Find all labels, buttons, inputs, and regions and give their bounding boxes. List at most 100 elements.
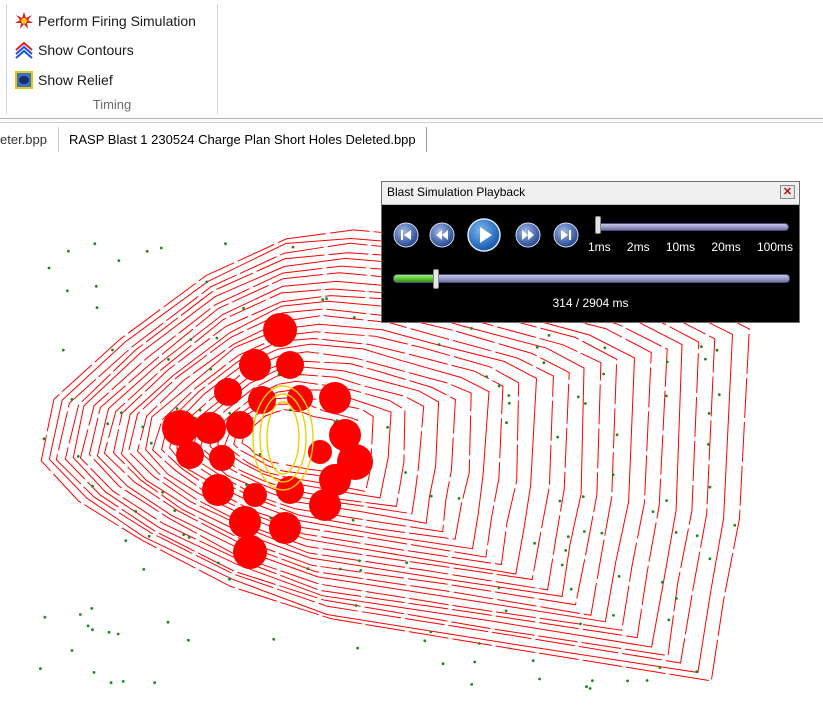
hole-marker <box>661 580 664 584</box>
hole-marker <box>542 361 546 365</box>
hole-marker <box>93 242 97 246</box>
hole-marker <box>39 667 42 671</box>
hole-marker <box>117 259 121 262</box>
skip-to-start-button[interactable] <box>393 222 419 248</box>
hole-marker <box>615 433 619 437</box>
hole-marker <box>321 298 325 302</box>
fast-forward-button[interactable] <box>515 222 541 248</box>
speed-label-10ms[interactable]: 10ms <box>666 240 695 254</box>
skip-to-start-icon <box>393 222 419 248</box>
crater-center <box>273 410 293 466</box>
hole-marker <box>224 242 227 246</box>
hole-marker <box>470 327 473 330</box>
firing-charge <box>176 441 204 469</box>
hole-marker <box>504 609 508 613</box>
speed-label-2ms[interactable]: 2ms <box>627 240 650 254</box>
firing-charge <box>309 489 341 521</box>
hole-marker <box>497 586 501 590</box>
hole-marker <box>173 509 177 512</box>
hole-marker <box>352 316 356 319</box>
hole-marker <box>556 435 560 439</box>
hole-marker <box>531 659 535 663</box>
hole-marker <box>603 346 607 350</box>
hole-marker <box>665 499 668 502</box>
hole-marker <box>142 568 146 571</box>
hole-marker <box>695 534 699 538</box>
skip-to-end-button[interactable] <box>553 222 579 248</box>
skip-to-end-icon <box>553 222 579 248</box>
playback-title: Blast Simulation Playback <box>387 185 526 199</box>
hole-marker <box>560 563 564 567</box>
play-button[interactable] <box>467 218 501 252</box>
hole-marker <box>43 615 47 619</box>
show-contours-label: Show Contours <box>38 42 134 58</box>
hole-marker <box>359 569 363 572</box>
hole-marker <box>658 666 662 669</box>
hole-marker <box>437 343 441 347</box>
hole-marker <box>159 246 163 250</box>
speed-label-20ms[interactable]: 20ms <box>711 240 740 254</box>
time-slider-thumb[interactable] <box>432 269 439 289</box>
hole-marker <box>584 402 587 405</box>
hole-marker <box>497 384 501 388</box>
firing-charge <box>276 351 304 379</box>
hole-marker <box>70 649 74 652</box>
hole-marker <box>242 306 245 310</box>
rewind-button[interactable] <box>429 222 455 248</box>
hole-marker <box>405 561 408 564</box>
hole-marker <box>116 632 120 636</box>
hole-marker <box>600 531 604 535</box>
hole-marker <box>94 284 98 288</box>
firing-charge <box>214 378 242 406</box>
firing-charge <box>209 445 235 471</box>
speed-slider-track[interactable] <box>598 223 789 231</box>
speed-label-100ms[interactable]: 100ms <box>757 240 793 254</box>
speed-slider-thumb[interactable] <box>595 216 601 234</box>
hole-marker <box>674 531 678 534</box>
hole-marker <box>707 443 710 446</box>
time-slider-track[interactable] <box>393 274 790 283</box>
perform-firing-simulation-button[interactable]: Perform Firing Simulation <box>15 10 196 32</box>
hole-marker <box>95 306 99 309</box>
show-relief-button[interactable]: Show Relief <box>15 69 113 91</box>
relief-icon <box>15 71 33 89</box>
show-contours-button[interactable]: Show Contours <box>15 39 134 61</box>
hole-marker <box>505 421 508 425</box>
firing-charge <box>194 412 226 444</box>
hole-marker <box>579 622 582 626</box>
close-icon[interactable]: ✕ <box>780 185 795 199</box>
hole-marker <box>78 613 82 616</box>
hole-marker <box>182 533 186 536</box>
hole-marker <box>205 280 209 284</box>
hole-marker <box>675 597 678 600</box>
hole-marker <box>288 408 292 412</box>
show-relief-label: Show Relief <box>38 72 113 88</box>
perform-firing-simulation-label: Perform Firing Simulation <box>38 13 196 29</box>
hole-marker <box>91 484 94 488</box>
firing-charge <box>226 411 254 439</box>
hole-marker <box>91 628 94 632</box>
tab-active-document[interactable]: RASP Blast 1 230524 Charge Plan Short Ho… <box>58 127 427 153</box>
tab-previous-document[interactable]: eter.bpp <box>0 127 57 153</box>
hole-marker <box>538 677 541 681</box>
hole-marker <box>588 687 592 690</box>
playback-window: Blast Simulation Playback ✕ 1ms 2ms 10ms… <box>381 181 800 323</box>
timing-group-label: Timing <box>92 97 132 112</box>
hole-marker <box>351 518 355 522</box>
playback-titlebar[interactable]: Blast Simulation Playback ✕ <box>382 182 799 205</box>
hole-marker <box>700 345 703 348</box>
hole-marker <box>153 681 157 685</box>
hole-marker <box>47 266 51 270</box>
hole-marker <box>124 539 128 543</box>
time-readout: 314 / 2904 ms <box>552 296 629 310</box>
hole-marker <box>92 671 96 674</box>
hole-marker <box>67 249 70 253</box>
hole-marker <box>111 348 114 352</box>
hole-marker <box>119 411 123 415</box>
speed-label-1ms[interactable]: 1ms <box>588 240 611 254</box>
hole-marker <box>141 425 145 429</box>
hole-marker <box>187 638 190 642</box>
hole-marker <box>473 660 477 664</box>
hole-marker <box>707 412 711 415</box>
starburst-icon <box>15 12 33 29</box>
